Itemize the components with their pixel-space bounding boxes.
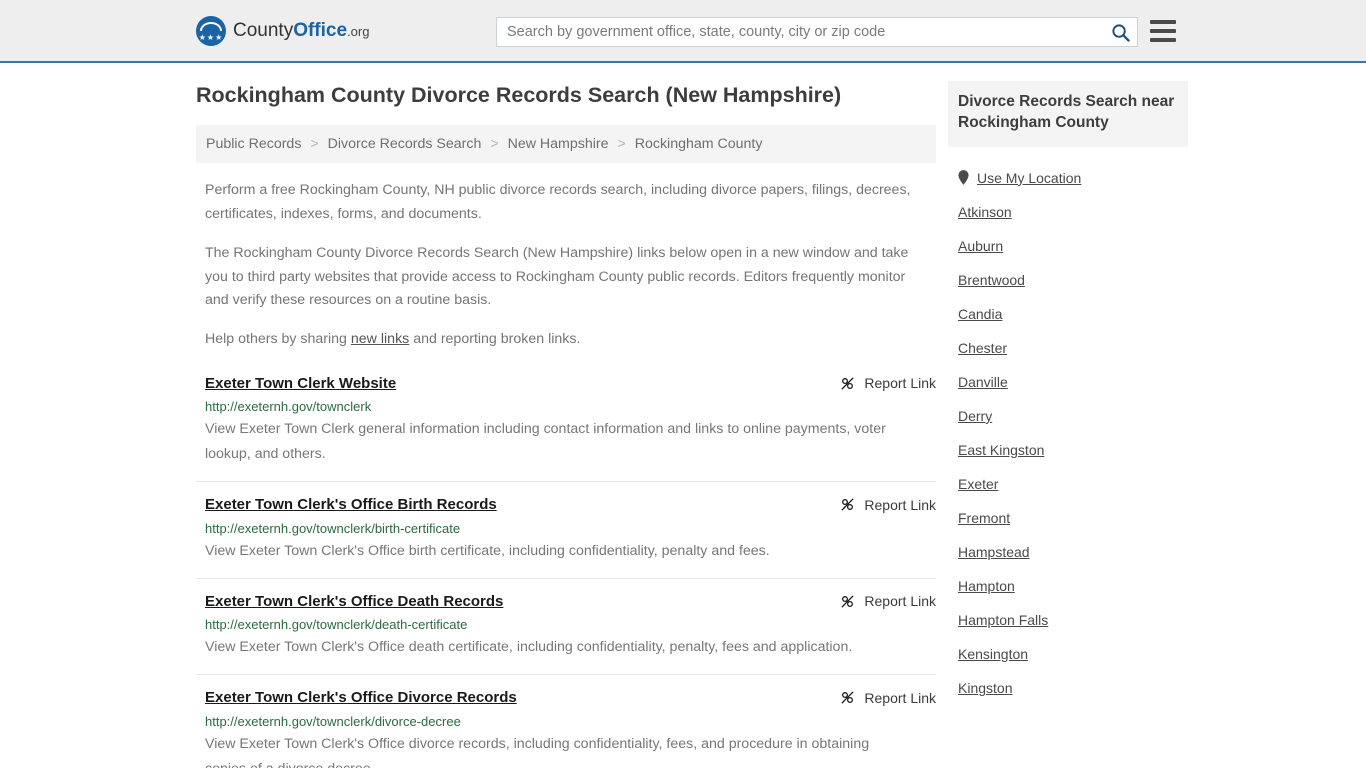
sidebar-item-use-my-location[interactable]: Use My Location xyxy=(948,161,1188,195)
intro-paragraph-3: Help others by sharing new links and rep… xyxy=(205,328,911,351)
breadcrumb-item-rockingham-county[interactable]: Rockingham County xyxy=(635,136,763,152)
result-header: Exeter Town Clerk's Office Divorce Recor… xyxy=(205,688,936,708)
report-link-button[interactable]: Report Link xyxy=(839,593,936,610)
sidebar-item-auburn[interactable]: Auburn xyxy=(948,229,1188,263)
report-link-label: Report Link xyxy=(864,375,936,392)
sidebar-item-chester[interactable]: Chester xyxy=(948,331,1188,365)
result-description: View Exeter Town Clerk's Office divorce … xyxy=(205,735,870,768)
sidebar-item-brentwood[interactable]: Brentwood xyxy=(948,263,1188,297)
sidebar-item-exeter[interactable]: Exeter xyxy=(948,467,1188,501)
result-item: Exeter Town Clerk's Office Death Records… xyxy=(196,592,936,676)
page-title: Rockingham County Divorce Records Search… xyxy=(196,83,842,107)
sidebar-nearby-list: Use My Location Atkinson Auburn Brentwoo… xyxy=(948,161,1188,705)
broken-link-icon xyxy=(841,498,854,511)
broken-link-icon xyxy=(841,377,854,390)
sidebar-link[interactable]: Fremont xyxy=(958,510,1010,526)
breadcrumb-item-new-hampshire[interactable]: New Hampshire xyxy=(508,136,609,152)
search-button[interactable] xyxy=(1103,18,1137,46)
results-list: Exeter Town Clerk Website Report Link ht… xyxy=(196,374,936,768)
result-url: http://exeternh.gov/townclerk xyxy=(205,399,372,415)
result-header: Exeter Town Clerk's Office Death Records… xyxy=(205,592,936,612)
share-text-before: Help others by sharing xyxy=(205,331,351,348)
sidebar-link[interactable]: Exeter xyxy=(958,476,998,492)
result-item: Exeter Town Clerk's Office Birth Records… xyxy=(196,495,936,579)
result-title-link[interactable]: Exeter Town Clerk's Office Divorce Recor… xyxy=(205,688,517,708)
sidebar-item-derry[interactable]: Derry xyxy=(948,399,1188,433)
result-description: View Exeter Town Clerk's Office birth ce… xyxy=(205,542,770,559)
result-description: View Exeter Town Clerk general informati… xyxy=(205,421,886,463)
search-input[interactable] xyxy=(497,18,1103,46)
broken-link-icon xyxy=(841,595,854,608)
broken-link-icon xyxy=(841,691,854,704)
result-url: http://exeternh.gov/townclerk/birth-cert… xyxy=(205,520,461,536)
sidebar-item-fremont[interactable]: Fremont xyxy=(948,501,1188,535)
page-body: Rockingham County Divorce Records Search… xyxy=(0,63,1366,768)
intro-paragraph-2: The Rockingham County Divorce Records Se… xyxy=(205,245,909,308)
breadcrumb-item-public-records[interactable]: Public Records xyxy=(206,136,301,152)
result-url: http://exeternh.gov/townclerk/death-cert… xyxy=(205,617,468,633)
logo-text-county: County xyxy=(233,19,294,41)
intro-paragraph-1: Perform a free Rockingham County, NH pub… xyxy=(205,182,911,222)
result-header: Exeter Town Clerk Website Report Link xyxy=(205,374,936,394)
sidebar-link[interactable]: Brentwood xyxy=(958,272,1025,288)
sidebar-item-hampton-falls[interactable]: Hampton Falls xyxy=(948,603,1188,637)
result-title-link[interactable]: Exeter Town Clerk's Office Death Records xyxy=(205,592,503,612)
new-links-link[interactable]: new links xyxy=(351,331,409,347)
sidebar-heading: Divorce Records Search near Rockingham C… xyxy=(948,81,1188,147)
share-text-after: and reporting broken links. xyxy=(409,331,581,348)
result-title-link[interactable]: Exeter Town Clerk Website xyxy=(205,374,396,394)
result-item: Exeter Town Clerk's Office Divorce Recor… xyxy=(196,688,936,768)
main-content: Rockingham County Divorce Records Search… xyxy=(196,63,936,768)
map-pin-icon xyxy=(958,170,969,186)
breadcrumb-separator: > xyxy=(490,135,499,152)
use-my-location-link[interactable]: Use My Location xyxy=(977,170,1081,186)
result-title-link[interactable]: Exeter Town Clerk's Office Birth Records xyxy=(205,495,497,515)
report-link-label: Report Link xyxy=(864,496,936,513)
sidebar-item-east-kingston[interactable]: East Kingston xyxy=(948,433,1188,467)
sidebar-link[interactable]: East Kingston xyxy=(958,442,1044,458)
sidebar-link[interactable]: Hampton Falls xyxy=(958,612,1048,628)
sidebar-link[interactable]: Candia xyxy=(958,306,1002,322)
breadcrumb-separator: > xyxy=(310,135,319,152)
sidebar: Divorce Records Search near Rockingham C… xyxy=(948,63,1188,768)
sidebar-link[interactable]: Kingston xyxy=(958,680,1012,696)
sidebar-link[interactable]: Chester xyxy=(958,340,1007,356)
eagle-shield-icon: ★★★ xyxy=(196,15,226,46)
sidebar-item-hampstead[interactable]: Hampstead xyxy=(948,535,1188,569)
report-link-button[interactable]: Report Link xyxy=(839,689,936,706)
logo-text-org: .org xyxy=(347,23,370,39)
sidebar-link[interactable]: Auburn xyxy=(958,238,1003,254)
report-link-label: Report Link xyxy=(864,689,936,706)
hamburger-menu-icon[interactable] xyxy=(1150,20,1176,42)
sidebar-link[interactable]: Danville xyxy=(958,374,1008,390)
search-bar xyxy=(496,17,1138,47)
sidebar-item-hampton[interactable]: Hampton xyxy=(948,569,1188,603)
logo-wordmark: CountyOffice.org xyxy=(233,20,369,42)
report-link-label: Report Link xyxy=(864,593,936,610)
logo-text-office: Office xyxy=(293,19,348,41)
sidebar-item-atkinson[interactable]: Atkinson xyxy=(948,195,1188,229)
sidebar-item-danville[interactable]: Danville xyxy=(948,365,1188,399)
sidebar-link[interactable]: Hampstead xyxy=(958,544,1030,560)
sidebar-item-kensington[interactable]: Kensington xyxy=(948,637,1188,671)
result-item: Exeter Town Clerk Website Report Link ht… xyxy=(196,374,936,483)
sidebar-link[interactable]: Derry xyxy=(958,408,992,424)
breadcrumb-separator: > xyxy=(617,135,626,152)
sidebar-link[interactable]: Atkinson xyxy=(958,204,1012,220)
search-icon xyxy=(1111,23,1130,42)
result-header: Exeter Town Clerk's Office Birth Records… xyxy=(205,495,936,515)
report-link-button[interactable]: Report Link xyxy=(839,496,936,513)
sidebar-link[interactable]: Hampton xyxy=(958,578,1015,594)
sidebar-item-kingston[interactable]: Kingston xyxy=(948,671,1188,705)
report-link-button[interactable]: Report Link xyxy=(839,375,936,392)
site-header: ★★★ CountyOffice.org xyxy=(0,0,1366,63)
result-description: View Exeter Town Clerk's Office death ce… xyxy=(205,639,853,656)
breadcrumb-item-divorce-records-search[interactable]: Divorce Records Search xyxy=(328,136,482,152)
breadcrumb: Public Records > Divorce Records Search … xyxy=(196,124,936,164)
sidebar-link[interactable]: Kensington xyxy=(958,646,1028,662)
sidebar-item-candia[interactable]: Candia xyxy=(948,297,1188,331)
site-logo[interactable]: ★★★ CountyOffice.org xyxy=(196,15,369,46)
result-url: http://exeternh.gov/townclerk/divorce-de… xyxy=(205,713,461,729)
